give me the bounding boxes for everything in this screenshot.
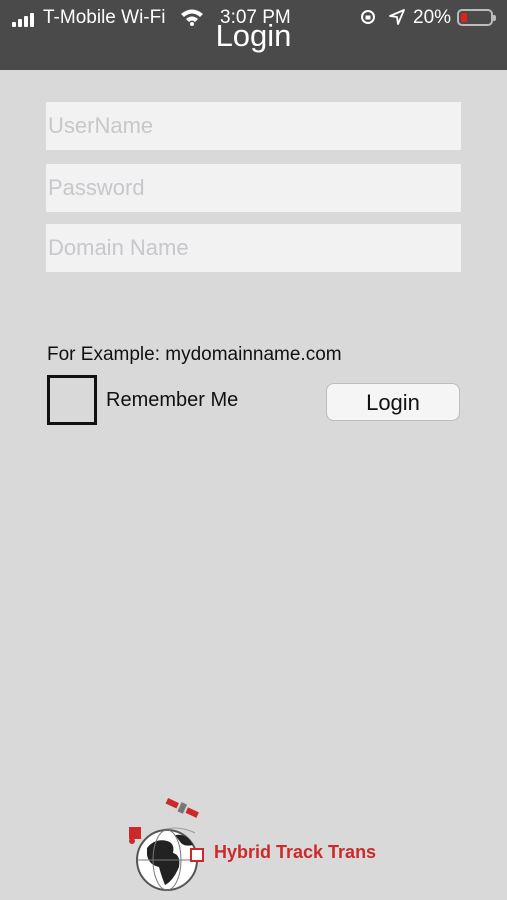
page-title: Login [215,18,292,53]
remember-me-checkbox[interactable] [47,375,97,425]
login-button[interactable]: Login [326,383,460,421]
domain-example-hint: For Example: mydomainname.com [47,344,342,365]
username-input[interactable] [46,102,461,150]
globe-satellite-icon [129,798,204,891]
logo-text: Hybrid Track Trans [214,842,377,862]
company-logo: Hybrid Track Trans [125,793,395,893]
domain-name-input[interactable] [46,224,461,272]
navigation-bar: T-Mobile Wi-Fi 3:07 PM 20% Login [0,0,507,70]
password-input[interactable] [46,164,461,212]
remember-me-label[interactable]: Remember Me [106,389,238,412]
